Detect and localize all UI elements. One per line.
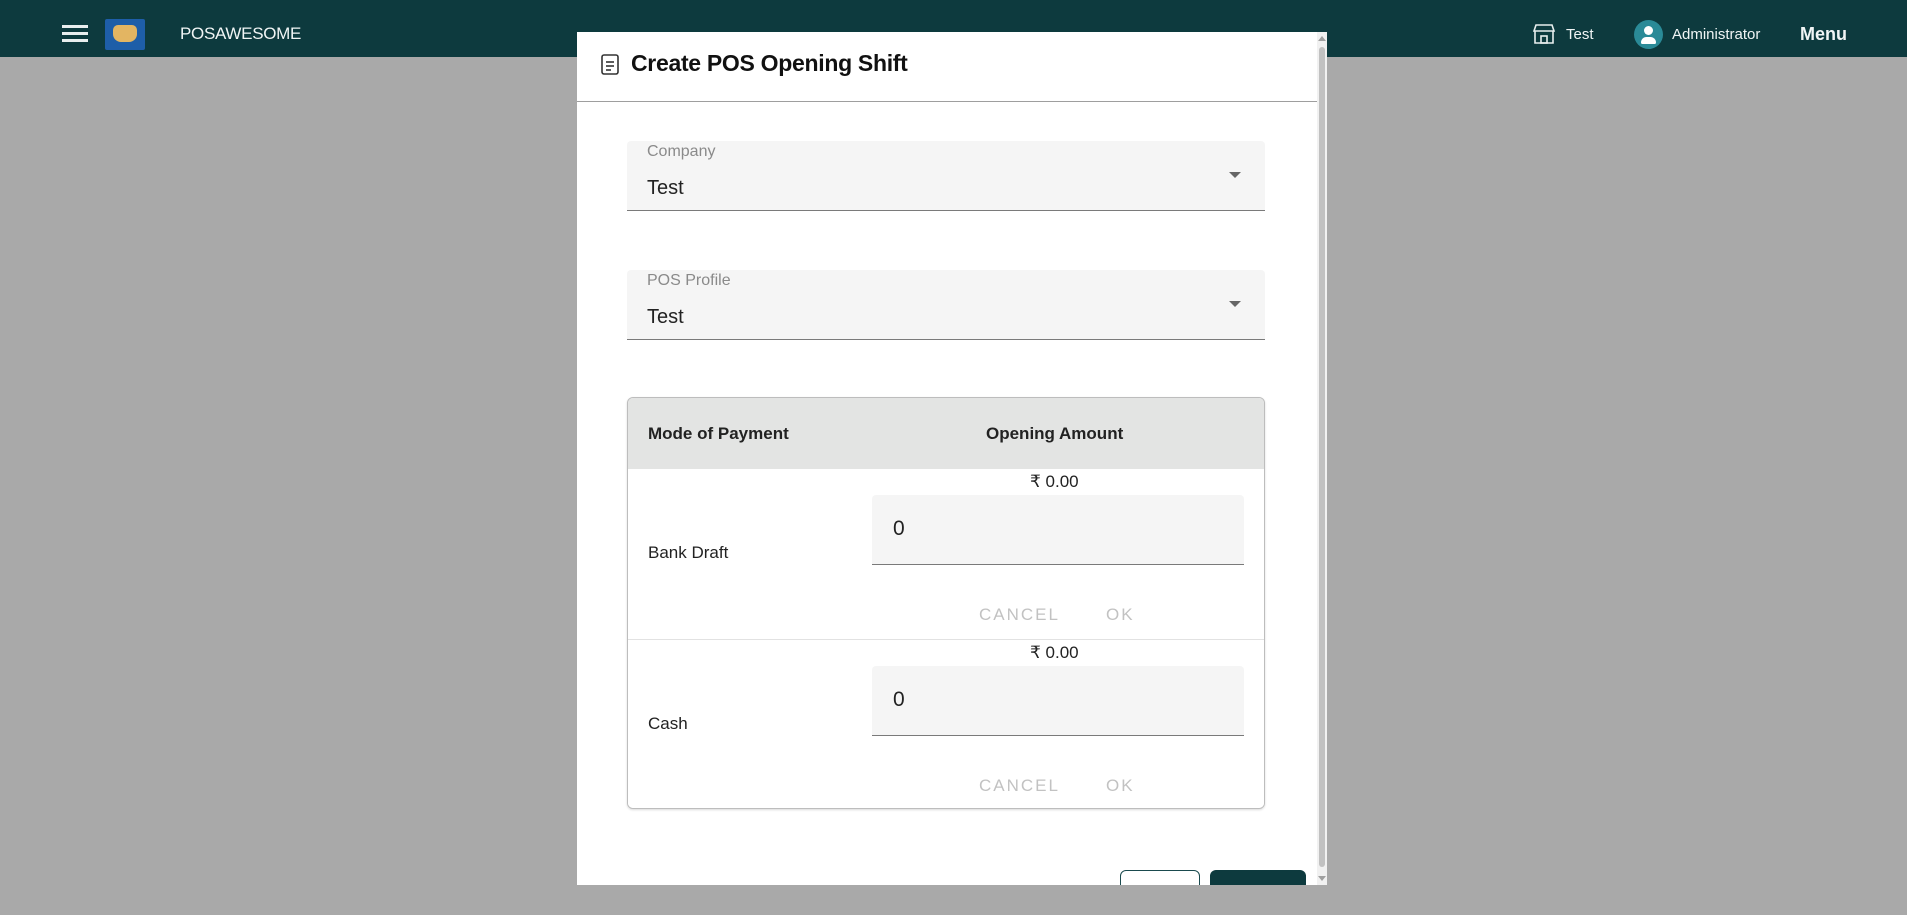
pos-profile-select[interactable]: POS Profile Test xyxy=(627,270,1265,340)
document-icon xyxy=(601,54,619,75)
chevron-down-icon[interactable] xyxy=(1229,172,1241,178)
table-row: Cash ₹ 0.00 0 CANCEL OK xyxy=(628,639,1264,808)
company-select[interactable]: Company Test xyxy=(627,141,1265,211)
header-opening-amount: Opening Amount xyxy=(986,424,1124,443)
store-label[interactable]: Test xyxy=(1566,26,1594,43)
hamburger-menu-icon[interactable] xyxy=(62,25,88,43)
scroll-up-icon[interactable] xyxy=(1318,36,1326,41)
menu-button[interactable]: Menu xyxy=(1800,24,1847,45)
dialog-title: Create POS Opening Shift xyxy=(631,50,908,76)
submit-dialog-button[interactable] xyxy=(1210,870,1306,885)
close-dialog-button[interactable] xyxy=(1120,870,1200,885)
ok-button[interactable]: OK xyxy=(1106,605,1135,625)
cancel-button[interactable]: CANCEL xyxy=(979,605,1060,625)
header-mode-of-payment: Mode of Payment xyxy=(648,424,789,443)
brand-title: POSAWESOME xyxy=(180,24,302,43)
chevron-down-icon[interactable] xyxy=(1229,301,1241,307)
dialog-scrollbar[interactable] xyxy=(1317,32,1327,885)
store-icon[interactable] xyxy=(1532,23,1556,45)
create-opening-shift-dialog: Create POS Opening Shift Company Test PO… xyxy=(577,32,1327,885)
account-circle-icon[interactable] xyxy=(1634,20,1663,49)
scroll-down-icon[interactable] xyxy=(1318,876,1326,881)
user-label[interactable]: Administrator xyxy=(1672,26,1760,43)
opening-amount-value: 0 xyxy=(893,517,905,540)
table-header: Mode of Payment Opening Amount xyxy=(628,398,1264,469)
amount-display[interactable]: ₹ 0.00 xyxy=(1030,472,1079,492)
mode-name: Bank Draft xyxy=(648,543,729,562)
dialog-header: Create POS Opening Shift xyxy=(577,32,1317,102)
scroll-thumb[interactable] xyxy=(1319,47,1325,867)
pos-profile-label: POS Profile xyxy=(647,272,731,289)
company-label: Company xyxy=(647,143,716,160)
table-row: Bank Draft ₹ 0.00 0 CANCEL OK xyxy=(628,469,1264,639)
cancel-button[interactable]: CANCEL xyxy=(979,776,1060,796)
opening-amount-input[interactable]: 0 xyxy=(872,666,1244,736)
payments-table: Mode of Payment Opening Amount Bank Draf… xyxy=(627,397,1265,809)
company-value: Test xyxy=(647,177,684,199)
mode-name: Cash xyxy=(648,714,688,733)
pos-logo[interactable] xyxy=(105,19,145,50)
pos-profile-value: Test xyxy=(647,306,684,328)
amount-display[interactable]: ₹ 0.00 xyxy=(1030,643,1079,663)
ok-button[interactable]: OK xyxy=(1106,776,1135,796)
opening-amount-value: 0 xyxy=(893,688,905,711)
opening-amount-input[interactable]: 0 xyxy=(872,495,1244,565)
